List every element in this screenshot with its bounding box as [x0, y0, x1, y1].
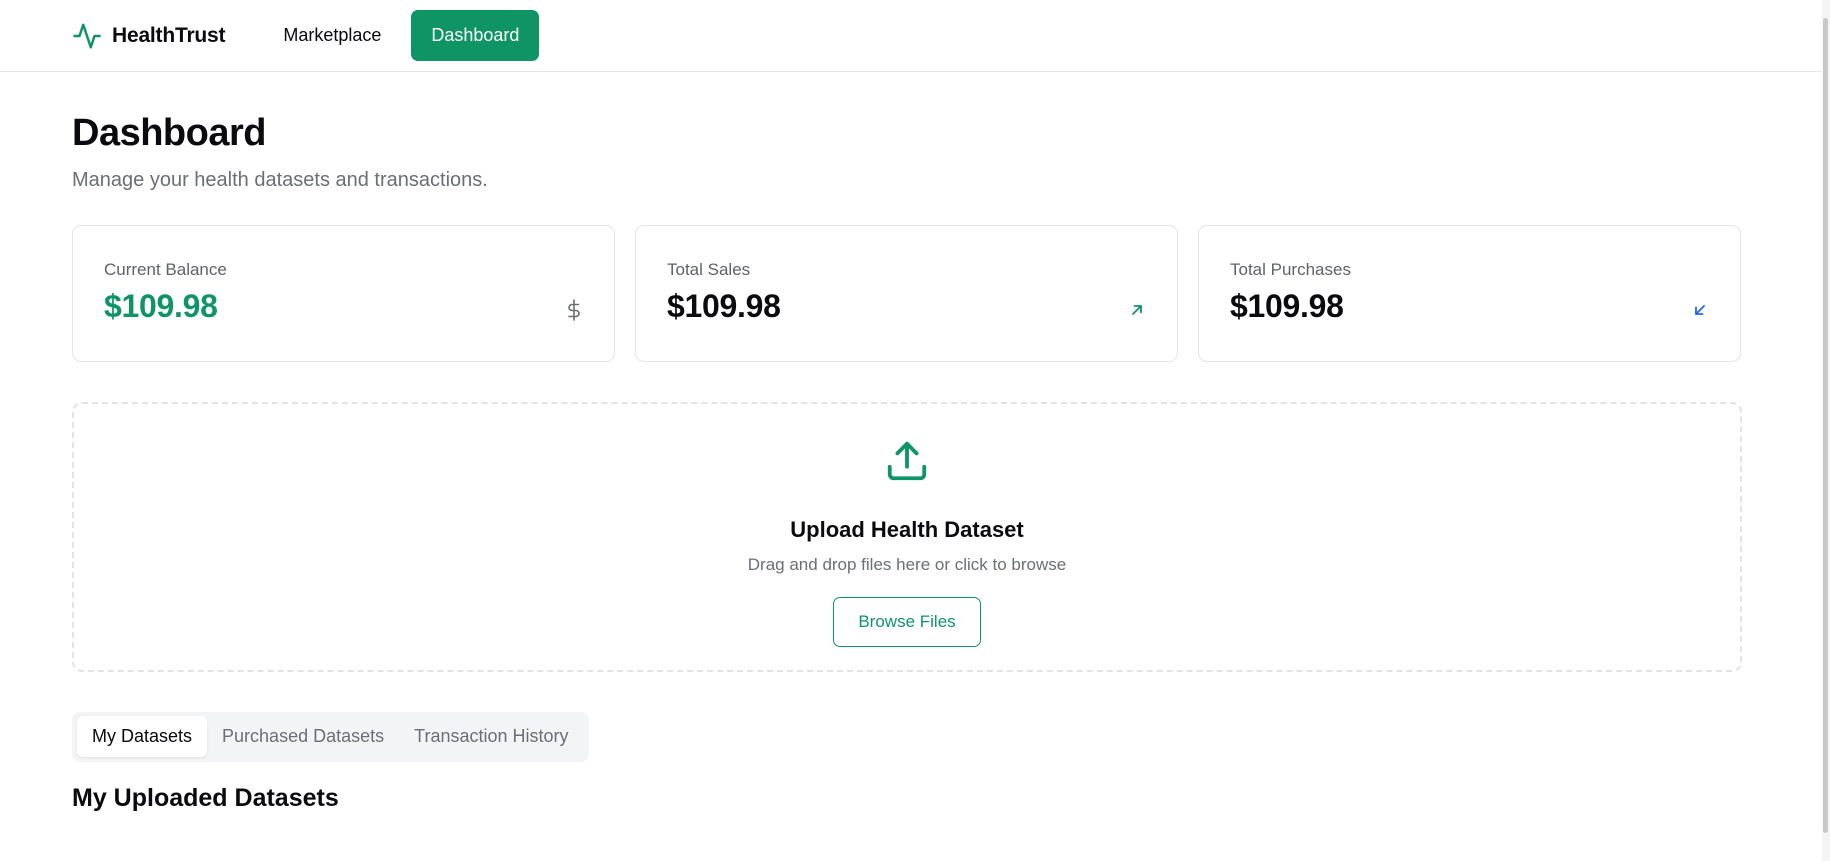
brand-logo[interactable]: HealthTrust	[72, 21, 226, 51]
stat-value: $109.98	[1230, 287, 1344, 324]
scrollbar-thumb[interactable]	[1823, 18, 1828, 833]
arrow-down-left-icon	[1690, 300, 1710, 320]
stat-card-sales: Total Sales $109.98	[635, 224, 1178, 362]
page: HealthTrust Marketplace Dashboard Dashbo…	[0, 0, 1830, 861]
brand-name: HealthTrust	[112, 23, 226, 47]
arrow-up-right-icon	[1127, 300, 1147, 320]
nav-dashboard[interactable]: Dashboard	[411, 10, 540, 61]
vertical-scrollbar[interactable]	[1822, 0, 1830, 861]
tab-my-datasets[interactable]: My Datasets	[77, 716, 208, 758]
nav-marketplace[interactable]: Marketplace	[265, 11, 399, 60]
section-title: My Uploaded Datasets	[72, 783, 339, 812]
dollar-icon	[564, 298, 584, 321]
tab-purchased-datasets[interactable]: Purchased Datasets	[207, 716, 399, 757]
stat-value: $109.98	[104, 287, 218, 324]
stat-label: Total Sales	[667, 259, 751, 279]
pulse-icon	[72, 21, 102, 51]
stat-label: Current Balance	[104, 259, 227, 279]
stat-card-purchases: Total Purchases $109.98	[1198, 224, 1741, 362]
upload-icon	[884, 438, 930, 489]
stats-row: Current Balance $109.98 Total Sales $109…	[72, 224, 1744, 362]
upload-hint: Drag and drop files here or click to bro…	[747, 554, 1067, 574]
dataset-tabs: My Datasets Purchased Datasets Transacti…	[72, 711, 589, 762]
upload-title: Upload Health Dataset	[790, 516, 1024, 542]
main-content: Dashboard Manage your health datasets an…	[72, 72, 1744, 813]
stat-value: $109.98	[667, 287, 781, 324]
tab-transaction-history[interactable]: Transaction History	[399, 716, 583, 757]
stat-label: Total Purchases	[1230, 259, 1351, 279]
page-subtitle: Manage your health datasets and transact…	[72, 168, 488, 191]
stat-card-balance: Current Balance $109.98	[72, 224, 615, 362]
upload-dropzone[interactable]: Upload Health Dataset Drag and drop file…	[72, 401, 1742, 672]
page-title: Dashboard	[72, 112, 266, 154]
navbar: HealthTrust Marketplace Dashboard	[0, 0, 1830, 72]
browse-files-button[interactable]: Browse Files	[833, 596, 981, 647]
